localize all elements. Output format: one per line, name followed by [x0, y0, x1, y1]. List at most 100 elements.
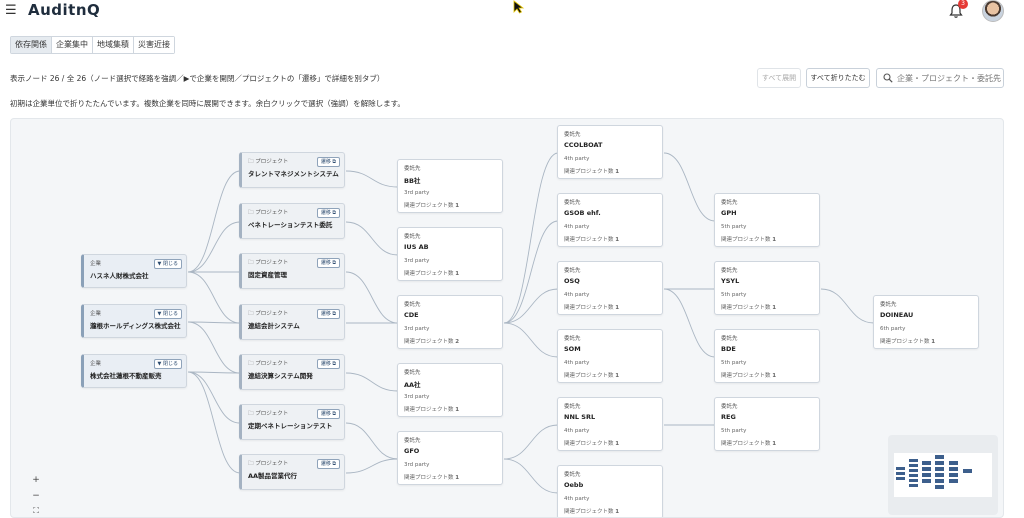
node-kind-label: 企業 [90, 261, 102, 267]
minimap-viewport[interactable] [894, 453, 992, 497]
tab-disaster-proximity[interactable]: 災害近接 [134, 37, 174, 53]
graph-edge [503, 424, 559, 460]
vendor-node[interactable]: 委託先 GFO 3rd party 関連プロジェクト数 1 [397, 431, 503, 485]
tab-dependency[interactable]: 依存関係 [11, 37, 52, 53]
vendor-node[interactable]: 委託先 AA社 3rd party 関連プロジェクト数 1 [397, 363, 503, 417]
vendor-node[interactable]: 委託先 BB社 3rd party 関連プロジェクト数 1 [397, 159, 503, 213]
collapse-chip[interactable]: ▼ 閉じる [153, 309, 182, 319]
transition-chip[interactable]: 遷移 ⧉ [316, 157, 340, 167]
dependency-graph-canvas[interactable]: 企業 ▼ 閉じる ハスネ人財株式会社 企業 ▼ 閉じる 瀧根ホールディングス株式… [10, 118, 1004, 518]
vendor-node[interactable]: 委託先 OSQ 4th party 関連プロジェクト数 1 [557, 261, 663, 315]
vendor-party: 4th party [564, 156, 590, 162]
vendor-node[interactable]: 委託先 REG 5th party 関連プロジェクト数 1 [714, 397, 820, 451]
zoom-out-button[interactable]: − [30, 491, 42, 501]
vendor-name: GSOB ehf. [564, 209, 601, 217]
vendor-project-count: 関連プロジェクト数 1 [564, 441, 620, 447]
fit-view-button[interactable]: ⛶ [30, 506, 42, 516]
vendor-project-count: 関連プロジェクト数 2 [404, 339, 460, 345]
mouse-cursor-icon [513, 0, 525, 14]
tab-company-concentration[interactable]: 企業集中 [52, 37, 93, 53]
vendor-node[interactable]: 委託先 GSOB ehf. 4th party 関連プロジェクト数 1 [557, 193, 663, 247]
transition-chip[interactable]: 遷移 ⧉ [316, 208, 340, 218]
graph-edge [187, 371, 241, 424]
node-kind-label: 委託先 [721, 268, 738, 274]
search-box [876, 68, 1004, 88]
minimap-node [909, 474, 918, 477]
vendor-node[interactable]: 委託先 Oebb 4th party 関連プロジェクト数 1 [557, 465, 663, 517]
vendor-party: 5th party [721, 292, 747, 298]
hamburger-menu-icon[interactable]: ☰ [5, 4, 21, 18]
graph-edge [345, 170, 399, 188]
vendor-project-count: 関連プロジェクト数 1 [404, 475, 460, 481]
transition-chip[interactable]: 遷移 ⧉ [316, 309, 340, 319]
vendor-node[interactable]: 委託先 DOINEAU 6th party 関連プロジェクト数 1 [873, 295, 979, 349]
node-kind-label: 委託先 [404, 234, 421, 240]
collapse-hint: 初期は企業単位で折りたたんでいます。複数企業を同時に展開できます。余白クリックで… [10, 99, 405, 108]
app-logo[interactable]: AuditnQ [28, 1, 100, 19]
collapse-chip[interactable]: ▼ 閉じる [153, 259, 182, 269]
project-node[interactable]: 🗀 プロジェクト 遷移 ⧉ 連結決算システム開発 [239, 354, 345, 390]
node-kind-label: 委託先 [564, 472, 581, 478]
company-node[interactable]: 企業 ▼ 閉じる 株式会社蓮根不動産販売 [81, 354, 187, 388]
collapse-chip[interactable]: ▼ 閉じる [153, 359, 182, 369]
vendor-project-count: 関連プロジェクト数 1 [404, 407, 460, 413]
graph-edge [503, 322, 559, 358]
node-kind-label: 委託先 [404, 370, 421, 376]
vendor-node[interactable]: 委託先 CDE 3rd party 関連プロジェクト数 2 [397, 295, 503, 349]
graph-edge [345, 458, 399, 474]
graph-edge [503, 288, 559, 324]
vendor-name: CDE [404, 311, 419, 319]
transition-chip[interactable]: 遷移 ⧉ [316, 409, 340, 419]
graph-edge [187, 321, 241, 374]
vendor-party: 5th party [721, 224, 747, 230]
vendor-node[interactable]: 委託先 NNL SRL 4th party 関連プロジェクト数 1 [557, 397, 663, 451]
graph-edge [187, 170, 241, 273]
collapse-all-button[interactable]: すべて折りたたむ [806, 68, 870, 88]
project-name: ペネトレーションテスト委託 [248, 221, 333, 229]
project-node[interactable]: 🗀 プロジェクト 遷移 ⧉ 連結会計システム [239, 304, 345, 340]
expand-all-button[interactable]: すべて展開 [757, 68, 801, 88]
vendor-name: AA社 [404, 381, 421, 389]
vendor-node[interactable]: 委託先 IUS AB 3rd party 関連プロジェクト数 1 [397, 227, 503, 281]
vendor-node[interactable]: 委託先 SOM 4th party 関連プロジェクト数 1 [557, 329, 663, 383]
graph-edge [663, 152, 716, 222]
project-node[interactable]: 🗀 プロジェクト 遷移 ⧉ AA製品営業代行 [239, 454, 345, 490]
transition-chip[interactable]: 遷移 ⧉ [316, 258, 340, 268]
company-name: 瀧根ホールディングス株式会社 [90, 322, 181, 330]
minimap-node [922, 467, 931, 471]
graph-minimap[interactable] [888, 435, 998, 515]
company-node[interactable]: 企業 ▼ 閉じる 瀧根ホールディングス株式会社 [81, 304, 187, 338]
vendor-party: 3rd party [404, 462, 430, 468]
vendor-name: BB社 [404, 177, 421, 185]
search-input[interactable] [897, 71, 1001, 85]
project-node[interactable]: 🗀 プロジェクト 遷移 ⧉ タレントマネジメントシステム [239, 152, 345, 188]
graph-edge [820, 288, 875, 324]
minimap-node [896, 477, 905, 480]
node-kind-label: 🗀 プロジェクト [248, 461, 289, 467]
vendor-party: 3rd party [404, 326, 430, 332]
vendor-node[interactable]: 委託先 CCOLBOAT 4th party 関連プロジェクト数 1 [557, 125, 663, 179]
project-name: 連結会計システム [248, 322, 300, 330]
node-kind-label: 🗀 プロジェクト [248, 210, 289, 216]
minimap-node [935, 455, 944, 459]
project-node[interactable]: 🗀 プロジェクト 遷移 ⧉ ペネトレーションテスト委託 [239, 203, 345, 239]
node-kind-label: 委託先 [564, 132, 581, 138]
vendor-party: 3rd party [404, 394, 430, 400]
minimap-node [935, 485, 944, 489]
project-node[interactable]: 🗀 プロジェクト 遷移 ⧉ 固定資産管理 [239, 253, 345, 289]
vendor-project-count: 関連プロジェクト数 1 [721, 305, 777, 311]
transition-chip[interactable]: 遷移 ⧉ [316, 359, 340, 369]
company-node[interactable]: 企業 ▼ 閉じる ハスネ人財株式会社 [81, 254, 187, 288]
tab-regional-cluster[interactable]: 地域集積 [93, 37, 134, 53]
project-name: 固定資産管理 [248, 271, 287, 279]
minimap-node [909, 484, 918, 487]
vendor-node[interactable]: 委託先 BDE 5th party 関連プロジェクト数 1 [714, 329, 820, 383]
vendor-node[interactable]: 委託先 YSYL 5th party 関連プロジェクト数 1 [714, 261, 820, 315]
transition-chip[interactable]: 遷移 ⧉ [316, 459, 340, 469]
project-node[interactable]: 🗀 プロジェクト 遷移 ⧉ 定期ペネトレーションテスト [239, 404, 345, 440]
vendor-node[interactable]: 委託先 GPH 5th party 関連プロジェクト数 1 [714, 193, 820, 247]
vendor-name: OSQ [564, 277, 580, 285]
zoom-in-button[interactable]: + [30, 475, 42, 485]
user-avatar[interactable] [982, 0, 1004, 22]
minimap-node [922, 461, 931, 465]
